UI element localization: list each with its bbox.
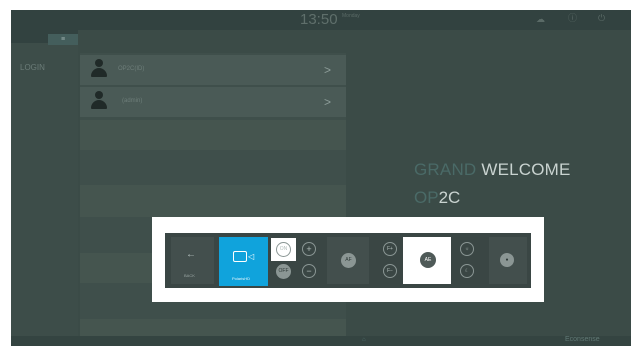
bottom-bar bbox=[11, 336, 631, 346]
focus-plus-button[interactable]: F+ bbox=[383, 242, 397, 256]
arrow-left-icon: ← bbox=[186, 249, 196, 260]
welcome-text: WELCOME bbox=[481, 160, 571, 179]
chevron-right-icon: > bbox=[324, 63, 332, 77]
zoom-minus-button[interactable]: − bbox=[302, 264, 316, 278]
focus-minus-button[interactable]: F− bbox=[383, 264, 397, 278]
clock: 13:50 bbox=[300, 11, 338, 28]
nav-login[interactable]: LOGIN bbox=[20, 63, 45, 72]
bottom-brand: Econsense bbox=[565, 336, 600, 343]
brightness-icon[interactable]: ☼ bbox=[460, 242, 474, 256]
af-button[interactable]: AF bbox=[341, 253, 356, 268]
user-avatar-icon bbox=[91, 59, 107, 77]
zoom-plus-button[interactable]: + bbox=[302, 242, 316, 256]
bottom-center-icon[interactable]: ⌂ bbox=[362, 337, 366, 343]
camera-lens-icon: ◁ bbox=[248, 252, 255, 261]
tab-menu[interactable]: ≡ bbox=[48, 34, 78, 45]
welcome-highlight-2: OP bbox=[414, 188, 439, 207]
back-label: BACK bbox=[184, 273, 195, 278]
list-item[interactable] bbox=[80, 87, 346, 117]
back-button[interactable]: ← BACK bbox=[171, 237, 214, 284]
clock-day: Monday bbox=[342, 13, 360, 19]
user-name: OP2C(ID) bbox=[118, 66, 145, 72]
info-icon[interactable]: ⓘ bbox=[568, 12, 577, 24]
user-avatar-icon bbox=[91, 91, 107, 109]
snapshot-button[interactable]: ● bbox=[500, 253, 514, 267]
video-camera-icon bbox=[233, 251, 247, 262]
chevron-right-icon: > bbox=[324, 95, 332, 109]
power-icon[interactable]: ⏻ bbox=[598, 12, 605, 24]
night-mode-icon[interactable]: ☾ bbox=[460, 264, 474, 278]
list-item-empty bbox=[80, 120, 346, 150]
welcome-text-2: 2C bbox=[438, 188, 461, 207]
welcome-line-2: OP2C bbox=[414, 188, 460, 208]
welcome-highlight: GRAND bbox=[414, 160, 477, 179]
ae-button[interactable]: AE bbox=[420, 252, 436, 268]
video-camera-button[interactable]: ◁ PolarisHD bbox=[219, 237, 268, 286]
list-item-empty bbox=[80, 185, 346, 217]
cloud-icon[interactable]: ☁ bbox=[536, 13, 545, 25]
on-button[interactable]: ON bbox=[276, 242, 291, 257]
video-label: PolarisHD bbox=[232, 276, 251, 281]
left-nav bbox=[11, 30, 78, 346]
welcome-line-1: GRAND WELCOME bbox=[414, 160, 571, 180]
list-item-empty bbox=[80, 319, 346, 336]
user-name: (admin) bbox=[122, 98, 143, 104]
off-button[interactable]: OFF bbox=[276, 264, 291, 279]
